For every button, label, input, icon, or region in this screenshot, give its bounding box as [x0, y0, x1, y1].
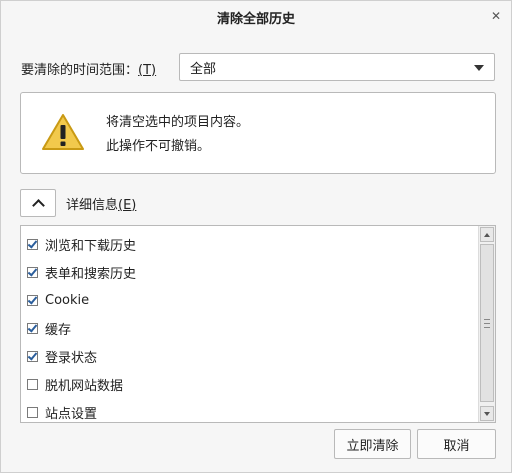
cancel-button[interactable]: 取消 — [417, 429, 496, 459]
time-range-row: 要清除的时间范围：(T) 全部 — [21, 53, 497, 83]
checkbox[interactable] — [27, 406, 38, 418]
item-label: 登录状态 — [45, 350, 98, 366]
checkbox[interactable] — [27, 238, 38, 250]
list-item-site-settings[interactable]: 站点设置 — [21, 398, 477, 422]
dialog-title: 清除全部历史 — [216, 11, 295, 27]
details-row: 详细信息(E) — [20, 189, 136, 217]
item-label: 脱机网站数据 — [45, 378, 124, 394]
title-bar: 清除全部历史 ✕ — [1, 1, 511, 33]
checkbox[interactable] — [27, 322, 38, 334]
details-accesskey: (E) — [118, 197, 137, 213]
warning-line-2: 此操作不可撤销。 — [106, 139, 211, 154]
item-label: 表单和搜索历史 — [45, 266, 137, 282]
list-scrollbar[interactable] — [478, 226, 495, 422]
list-item-offline-site-data[interactable]: 脱机网站数据 — [21, 370, 477, 398]
time-range-accesskey: (T) — [138, 62, 157, 78]
scroll-thumb[interactable] — [480, 244, 494, 402]
checkbox[interactable] — [27, 266, 38, 278]
grip-icon — [484, 318, 490, 328]
checkbox[interactable] — [27, 378, 38, 390]
warning-box: 将清空选中的项目内容。 此操作不可撤销。 — [20, 92, 496, 174]
warning-line-1: 将清空选中的项目内容。 — [106, 115, 250, 130]
time-range-select[interactable]: 全部 — [179, 53, 495, 81]
details-label: 详细信息(E) — [66, 197, 137, 213]
warning-text: 将清空选中的项目内容。 此操作不可撤销。 — [106, 111, 249, 159]
clear-now-button[interactable]: 立即清除 — [334, 429, 411, 459]
list-item-browsing-history[interactable]: 浏览和下载历史 — [21, 230, 477, 258]
dropdown-arrow-icon — [474, 65, 484, 71]
chevron-up-icon — [31, 198, 45, 212]
item-label: Cookie — [45, 292, 90, 308]
time-range-value: 全部 — [190, 61, 217, 77]
close-icon[interactable]: ✕ — [487, 7, 505, 25]
history-items-list: 浏览和下载历史 表单和搜索历史 Cookie 缓存 登录状态 脱机网站数据 站点… — [20, 225, 496, 423]
list-item-cookie[interactable]: Cookie — [21, 286, 477, 314]
checkbox[interactable] — [27, 294, 38, 306]
clear-history-dialog: 清除全部历史 ✕ 要清除的时间范围：(T) 全部 将清空选中的项目内容。 此操作… — [0, 0, 512, 473]
arrow-up-icon — [484, 232, 490, 237]
item-label: 浏览和下载历史 — [45, 238, 137, 254]
arrow-down-icon — [484, 411, 490, 416]
warning-icon — [42, 114, 84, 150]
item-label: 站点设置 — [45, 406, 98, 422]
details-toggle-button[interactable] — [20, 189, 56, 217]
scroll-down-button[interactable] — [480, 406, 494, 421]
checkbox[interactable] — [27, 350, 38, 362]
list-item-form-search-history[interactable]: 表单和搜索历史 — [21, 258, 477, 286]
scroll-up-button[interactable] — [480, 227, 494, 242]
item-label: 缓存 — [45, 322, 72, 338]
list-item-login-status[interactable]: 登录状态 — [21, 342, 477, 370]
list-item-cache[interactable]: 缓存 — [21, 314, 477, 342]
time-range-label: 要清除的时间范围：(T) — [21, 62, 157, 78]
